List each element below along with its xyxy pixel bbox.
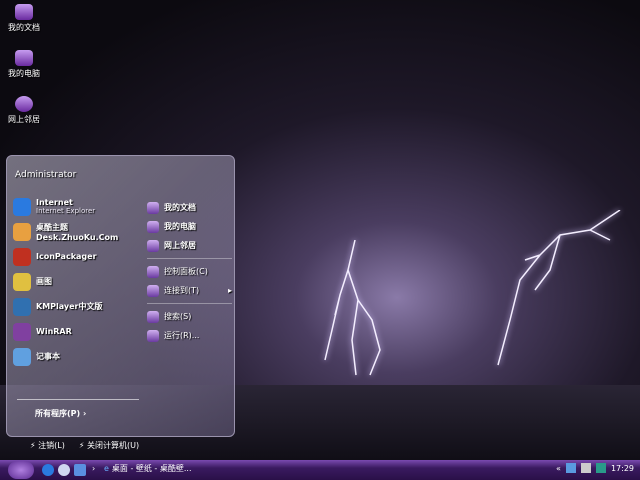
lightning [324, 240, 381, 376]
desktop-icon-network[interactable]: 网上邻居 [4, 96, 44, 125]
my-computer-icon [147, 220, 159, 233]
item-label: IconPackager [36, 252, 97, 261]
chevron-right-icon[interactable]: › [92, 464, 95, 473]
pinned-item[interactable]: WinRAR [13, 319, 143, 344]
winrar-icon [13, 322, 31, 341]
item-label: KMPlayer中文版 [36, 302, 103, 311]
arrow-right-icon: ▸ [227, 286, 232, 295]
folder-icon [15, 4, 33, 20]
desktop-quicklaunch-icon[interactable] [74, 464, 86, 476]
item-label: 桌酷主题Desk.ZhuoKu.Com [36, 222, 119, 242]
system-tray: « 17:29 [556, 463, 634, 473]
tray-icon[interactable] [580, 463, 591, 473]
my-documents-icon [147, 201, 159, 214]
item-label: Internet [36, 198, 73, 207]
menu-item[interactable]: 我的电脑 [147, 217, 232, 236]
taskbar: › e 桌面 - 壁纸 - 桌酷壁... « 17:29 [0, 460, 640, 480]
pinned-item[interactable]: 桌酷主题Desk.ZhuoKu.Com [13, 219, 143, 244]
clock[interactable]: 17:29 [611, 464, 634, 473]
computer-icon [15, 50, 33, 66]
menu-item[interactable]: 控制面板(C) [147, 262, 232, 281]
iconpackager-icon [13, 247, 31, 266]
user-name: Administrator [15, 170, 77, 180]
divider [147, 258, 232, 259]
browser-quicklaunch-icon[interactable] [58, 464, 70, 476]
paint-icon [13, 272, 31, 291]
tray-icon[interactable] [595, 463, 606, 473]
menu-item[interactable]: 我的文档 [147, 198, 232, 217]
shutdown-button[interactable]: ⚡ 关闭计算机(U) [79, 440, 139, 451]
start-button[interactable] [8, 461, 34, 479]
run-icon [147, 329, 159, 342]
pinned-item[interactable]: 记事本 [13, 344, 143, 369]
network-icon [15, 96, 33, 112]
divider [17, 399, 139, 400]
menu-item[interactable]: 运行(R)... [147, 326, 232, 345]
kmplayer-icon [13, 297, 31, 316]
connect-icon [147, 284, 159, 297]
notepad-icon [13, 347, 31, 366]
menu-item[interactable]: 连接到(T) ▸ [147, 281, 232, 300]
search-icon [147, 310, 159, 323]
start-menu: Administrator Internet Internet Explorer 桌… [6, 155, 235, 437]
desktop-icon-my-computer[interactable]: 我的电脑 [4, 50, 44, 79]
menu-item[interactable]: 搜索(S) [147, 307, 232, 326]
zhuoku-icon [13, 222, 31, 241]
bolt-icon: ⚡ [30, 441, 36, 450]
ie-quicklaunch-icon[interactable] [42, 464, 54, 476]
desktop-icon-my-documents[interactable]: 我的文档 [4, 4, 44, 33]
network-tray-icon[interactable] [565, 463, 576, 473]
pinned-item[interactable]: Internet Internet Explorer [13, 194, 143, 219]
item-sublabel: Internet Explorer [36, 207, 96, 215]
chevron-left-icon[interactable]: « [556, 464, 561, 473]
logoff-button[interactable]: ⚡ 注销(L) [30, 440, 65, 451]
all-programs-button[interactable]: 所有程序(P) › [35, 408, 86, 419]
pinned-item[interactable]: 画图 [13, 269, 143, 294]
ie-icon: e [104, 464, 109, 473]
ie-icon [13, 197, 31, 216]
control-panel-icon [147, 265, 159, 278]
item-label: 画图 [36, 277, 52, 286]
lightning [497, 210, 621, 366]
bolt-icon: ⚡ [78, 441, 85, 450]
pinned-item[interactable]: KMPlayer中文版 [13, 294, 143, 319]
item-label: WinRAR [36, 327, 72, 336]
menu-item[interactable]: 网上邻居 [147, 236, 232, 255]
item-label: 记事本 [36, 352, 60, 361]
pinned-item[interactable]: IconPackager [13, 244, 143, 269]
network-icon [147, 239, 159, 252]
divider [147, 303, 232, 304]
taskbar-window-button[interactable]: e 桌面 - 壁纸 - 桌酷壁... [104, 463, 192, 474]
